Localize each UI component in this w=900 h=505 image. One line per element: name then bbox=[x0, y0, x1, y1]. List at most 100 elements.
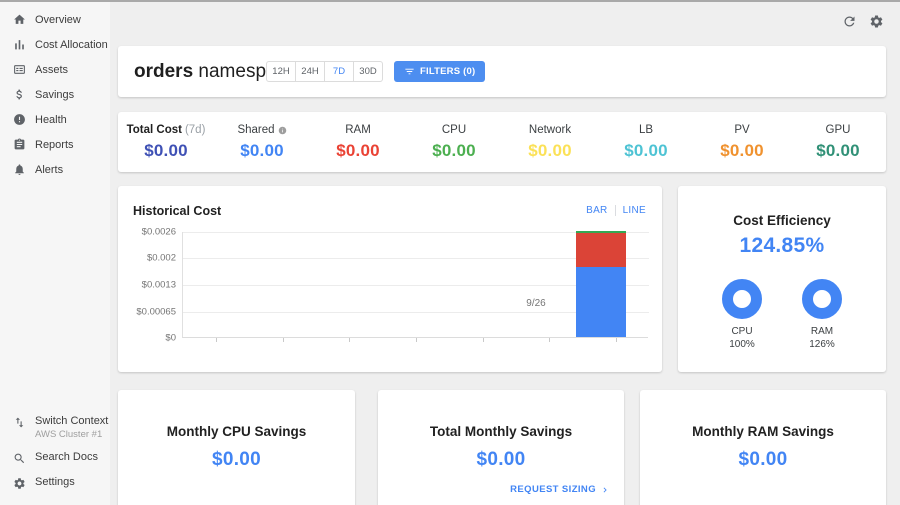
stat-label: GPU bbox=[826, 124, 851, 136]
stat-lb: LB $0.00 bbox=[598, 112, 694, 172]
time-range-30d[interactable]: 30D bbox=[353, 61, 383, 82]
search-icon bbox=[13, 452, 26, 465]
filters-button-label: FILTERS (0) bbox=[420, 66, 475, 77]
settings-label: Settings bbox=[35, 476, 75, 490]
search-docs-label: Search Docs bbox=[35, 451, 98, 465]
x-axis-label: 9/26 bbox=[511, 298, 561, 309]
stat-shared: Shared $0.00 bbox=[214, 112, 310, 172]
filter-icon bbox=[404, 66, 415, 77]
savings-card-value: $0.00 bbox=[118, 449, 355, 471]
x-tick-mark bbox=[349, 338, 350, 342]
sidebar-item-savings[interactable]: Savings bbox=[0, 82, 110, 107]
stat-gpu: GPU $0.00 bbox=[790, 112, 886, 172]
cpu-donut-chart bbox=[722, 279, 762, 319]
switch-context-label: Switch Context bbox=[35, 415, 108, 427]
x-tick-mark bbox=[549, 338, 550, 342]
filters-button[interactable]: FILTERS (0) bbox=[394, 61, 485, 82]
sidebar-item-switch-context[interactable]: Switch Context AWS Cluster #1 bbox=[0, 415, 110, 440]
clipboard-icon bbox=[13, 138, 26, 151]
chart-title: Historical Cost bbox=[133, 204, 221, 218]
stat-label: Total Cost bbox=[127, 124, 182, 136]
savings-card-title: Total Monthly Savings bbox=[378, 424, 624, 439]
toggle-bar[interactable]: BAR bbox=[586, 205, 607, 216]
sidebar-item-label: Savings bbox=[35, 89, 74, 101]
x-tick-mark bbox=[483, 338, 484, 342]
sidebar-item-overview[interactable]: Overview bbox=[0, 7, 110, 32]
x-tick-mark bbox=[416, 338, 417, 342]
chevron-right-icon bbox=[600, 485, 610, 495]
stat-value: $0.00 bbox=[598, 141, 694, 161]
x-tick-mark bbox=[616, 338, 617, 342]
y-tick: $0 bbox=[165, 333, 176, 344]
toggle-divider bbox=[615, 205, 616, 216]
cpu-donut-label: CPU 100% bbox=[712, 325, 772, 351]
sidebar-item-label: Assets bbox=[35, 64, 68, 76]
historical-cost-card: Historical Cost BAR LINE $0.0026 $0.002 … bbox=[118, 186, 662, 372]
chart-bar-segment-cpu bbox=[576, 267, 626, 337]
request-sizing-link[interactable]: REQUEST SIZING bbox=[510, 484, 610, 495]
y-tick: $0.0013 bbox=[142, 280, 176, 291]
monthly-cpu-savings-card: Monthly CPU Savings $0.00 bbox=[118, 390, 355, 505]
topbar-actions bbox=[842, 14, 884, 29]
time-range-12h[interactable]: 12H bbox=[266, 61, 296, 82]
stat-value: $0.00 bbox=[406, 141, 502, 161]
gear-icon[interactable] bbox=[869, 14, 884, 29]
bell-icon bbox=[13, 163, 26, 176]
ram-efficiency: RAM 126% bbox=[792, 279, 852, 351]
time-range-selector: 12H 24H 7D 30D bbox=[266, 61, 383, 82]
chart-view-toggle: BAR LINE bbox=[586, 205, 646, 216]
request-sizing-label: REQUEST SIZING bbox=[510, 484, 596, 495]
x-tick-mark bbox=[216, 338, 217, 342]
sidebar-item-search-docs[interactable]: Search Docs bbox=[0, 451, 110, 465]
monthly-ram-savings-card: Monthly RAM Savings $0.00 bbox=[640, 390, 886, 505]
stat-network: Network $0.00 bbox=[502, 112, 598, 172]
stat-label: LB bbox=[639, 124, 653, 136]
chart-plot-area bbox=[182, 232, 648, 338]
sidebar: Overview Cost Allocation Assets Savings … bbox=[0, 2, 110, 505]
sidebar-item-assets[interactable]: Assets bbox=[0, 57, 110, 82]
stat-label: Network bbox=[529, 124, 571, 136]
stat-value: $0.00 bbox=[118, 141, 214, 161]
sidebar-item-label: Reports bbox=[35, 139, 74, 151]
stat-value: $0.00 bbox=[790, 141, 886, 161]
ram-donut-chart bbox=[802, 279, 842, 319]
sidebar-item-label: Alerts bbox=[35, 164, 63, 176]
stat-pv: PV $0.00 bbox=[694, 112, 790, 172]
sidebar-item-alerts[interactable]: Alerts bbox=[0, 157, 110, 182]
cost-summary-card: Total Cost (7d) $0.00 Shared $0.00 RAM $… bbox=[118, 112, 886, 172]
dollar-icon bbox=[13, 88, 26, 101]
sidebar-item-cost-allocation[interactable]: Cost Allocation bbox=[0, 32, 110, 57]
stat-cpu: CPU $0.00 bbox=[406, 112, 502, 172]
stat-value: $0.00 bbox=[214, 141, 310, 161]
savings-card-title: Monthly RAM Savings bbox=[640, 424, 886, 439]
cost-efficiency-card: Cost Efficiency 124.85% CPU 100% RAM 126… bbox=[678, 186, 886, 372]
stat-label: CPU bbox=[442, 124, 466, 136]
y-tick: $0.00065 bbox=[136, 307, 176, 318]
sidebar-item-reports[interactable]: Reports bbox=[0, 132, 110, 157]
info-icon[interactable] bbox=[278, 126, 287, 135]
y-tick: $0.002 bbox=[147, 253, 176, 264]
toggle-line[interactable]: LINE bbox=[623, 205, 646, 216]
stat-value: $0.00 bbox=[502, 141, 598, 161]
time-range-24h[interactable]: 24H bbox=[295, 61, 325, 82]
page-header-card: orders namespace 12H 24H 7D 30D FILTERS … bbox=[118, 46, 886, 97]
gear-icon bbox=[13, 477, 26, 490]
home-icon bbox=[13, 13, 26, 26]
time-range-7d[interactable]: 7D bbox=[324, 61, 354, 82]
swap-vert-icon bbox=[13, 416, 26, 429]
stat-label: RAM bbox=[345, 124, 371, 136]
efficiency-value: 124.85% bbox=[678, 234, 886, 258]
y-tick: $0.0026 bbox=[142, 227, 176, 238]
sidebar-item-settings[interactable]: Settings bbox=[0, 476, 110, 490]
refresh-icon[interactable] bbox=[842, 14, 857, 29]
chart-bar-segment-ram bbox=[576, 233, 626, 267]
efficiency-donuts: CPU 100% RAM 126% bbox=[678, 279, 886, 351]
window-top-border bbox=[0, 0, 900, 2]
stat-label: Shared bbox=[237, 124, 274, 136]
stat-total-cost: Total Cost (7d) $0.00 bbox=[118, 112, 214, 172]
sidebar-item-health[interactable]: Health bbox=[0, 107, 110, 132]
stat-value: $0.00 bbox=[310, 141, 406, 161]
bar-chart-icon bbox=[13, 38, 26, 51]
ram-donut-label: RAM 126% bbox=[792, 325, 852, 351]
assets-icon bbox=[13, 63, 26, 76]
